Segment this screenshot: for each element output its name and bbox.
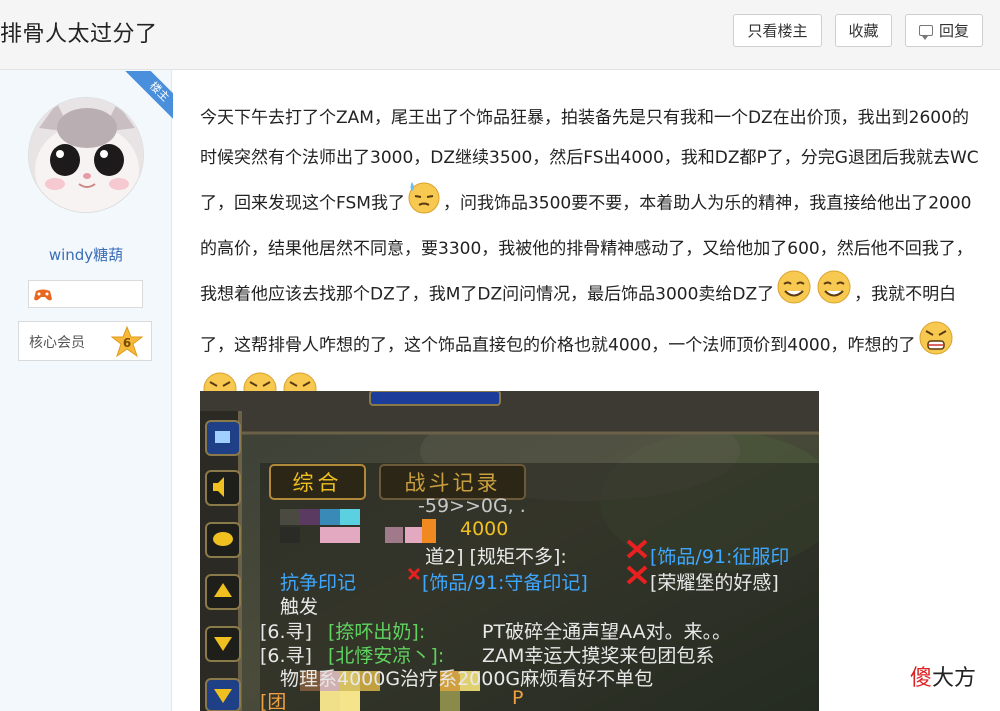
owner-ribbon-label: 楼主 xyxy=(124,71,173,121)
chat-line-4-name: [捺吥出奶]: xyxy=(328,621,426,643)
thread-header: 排骨人太过分了 只看楼主 收藏 回复 xyxy=(0,0,1000,70)
medal-box xyxy=(28,280,143,308)
level-number: 6 xyxy=(123,336,131,350)
reply-label: 回复 xyxy=(938,22,969,40)
author-username[interactable]: windy糖葫 xyxy=(0,244,172,265)
watermark-red-char: 傻 xyxy=(910,666,933,691)
watermark: 傻大方 xyxy=(910,660,976,692)
avatar[interactable] xyxy=(28,97,144,213)
chat-line-6: 物理系4000G治疗系2000G麻烦看好不单包 xyxy=(280,668,654,690)
chat-line-1b: [饰品/91:征服印 xyxy=(650,546,790,568)
favorite-button[interactable]: 收藏 xyxy=(835,14,892,47)
game-screenshot[interactable]: 综合 战斗记录 -59>>0G, . 4000 道2] [规矩不多]: [饰品/… xyxy=(200,391,819,711)
chat-line-4-channel: [6.寻] xyxy=(260,621,312,643)
smile-emoji-icon xyxy=(815,269,853,320)
sweat-emoji-icon xyxy=(406,178,442,229)
watermark-text: 大方 xyxy=(932,666,977,691)
chat-gold-line: -59>>0G, . xyxy=(418,495,526,517)
reply-button[interactable]: 回复 xyxy=(905,14,983,47)
chat-line-3: 触发 xyxy=(280,596,319,618)
only-owner-button[interactable]: 只看楼主 xyxy=(733,14,822,47)
chat-line-7b: P xyxy=(512,687,524,709)
member-level-box: 核心会员 6 xyxy=(18,321,152,361)
chat-line-2c: [荣耀堡的好感] xyxy=(650,572,779,594)
comment-icon xyxy=(918,25,933,40)
member-label: 核心会员 xyxy=(29,335,85,351)
chat-line-2b: [饰品/91:守备印记] xyxy=(422,572,588,594)
chat-bid-amount: 4000 xyxy=(460,518,509,540)
chat-line-2a: 抗争印记 xyxy=(280,572,357,594)
post-body: 今天下午去打了个ZAM，尾王出了个饰品狂暴，拍装备先是只有我和一个DZ在出价顶，… xyxy=(200,98,980,422)
angry-emoji-icon xyxy=(917,320,955,371)
chat-line-4-msg: PT破碎全通声望AA对。来。。 xyxy=(482,621,732,643)
level-star-icon: 6 xyxy=(111,326,143,358)
owner-ribbon: 楼主 xyxy=(123,71,173,121)
cat-avatar-icon xyxy=(29,98,143,212)
chat-line-7a: [团 xyxy=(260,691,287,711)
thread-title: 排骨人太过分了 xyxy=(0,22,158,47)
chat-line-1a: 道2] [规矩不多]: xyxy=(425,546,567,568)
smile-emoji-icon xyxy=(775,269,813,320)
gamepad-icon xyxy=(34,289,52,301)
